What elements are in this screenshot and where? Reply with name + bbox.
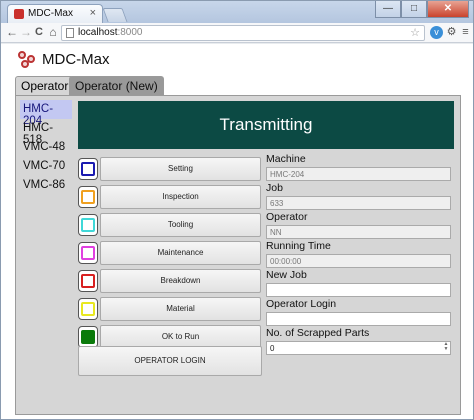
status-color-swatch [78, 242, 98, 264]
status-banner: Transmitting [78, 101, 454, 149]
action-row-inspection: Inspection [78, 185, 262, 209]
setting-button[interactable]: Setting [100, 157, 261, 181]
operator-login-label: Operator Login [266, 298, 337, 310]
new-tab-button[interactable] [102, 8, 128, 22]
back-button[interactable]: ← [5, 25, 19, 40]
action-row-maintenance: Maintenance [78, 241, 262, 265]
new-job-label: New Job [266, 269, 307, 281]
action-row-material: Material [78, 297, 262, 321]
operator-field [266, 225, 451, 239]
reload-button[interactable]: C [32, 25, 46, 40]
status-color-swatch [78, 186, 98, 208]
action-row-breakdown: Breakdown [78, 269, 262, 293]
action-row-setting: Setting [78, 157, 262, 181]
tab-operator[interactable]: Operator [15, 76, 75, 95]
status-color-swatch [78, 270, 98, 292]
operator-label: Operator [266, 211, 308, 223]
machine-item-hmc-518[interactable]: HMC-518 [20, 119, 72, 146]
breakdown-button[interactable]: Breakdown [100, 269, 261, 293]
status-color-swatch [78, 326, 98, 348]
status-color-swatch [78, 214, 98, 236]
star-icon[interactable]: ☆ [410, 26, 420, 39]
job-label: Job [266, 182, 283, 194]
scrapped-parts-label: No. of Scrapped Parts [266, 327, 370, 339]
favicon-icon [14, 9, 24, 19]
action-row-tooling: Tooling [78, 213, 262, 237]
material-button[interactable]: Material [100, 297, 261, 321]
browser-tabstrip: MDC-Max × — □ ✕ [1, 1, 473, 23]
home-button[interactable]: ⌂ [46, 25, 60, 40]
browser-tab[interactable]: MDC-Max × [7, 4, 103, 23]
tab-close-icon[interactable]: × [90, 7, 96, 19]
browser-window: MDC-Max × — □ ✕ ← → C ⌂ localhost:8000 ☆… [0, 0, 474, 420]
window-controls: — □ ✕ [375, 1, 469, 19]
machine-item-hmc-204[interactable]: HMC-204 [20, 100, 72, 127]
page: MDC-Max Operator Operator (New) HMC-204 … [1, 44, 473, 419]
forward-button[interactable]: → [19, 25, 33, 40]
browser-toolbar: ← → C ⌂ localhost:8000 ☆ v ⚙ ≡ [1, 23, 473, 43]
minimize-button[interactable]: — [375, 1, 401, 18]
machine-field [266, 167, 451, 181]
operator-login-button[interactable]: OPERATOR LOGIN [78, 346, 262, 376]
status-color-swatch [78, 298, 98, 320]
app-logo-icon [18, 51, 38, 69]
running-time-field [266, 254, 451, 268]
tab-operator-new[interactable]: Operator (New) [69, 76, 164, 95]
operator-panel: HMC-204 HMC-518 VMC-48 VMC-70 VMC-86 Tra… [15, 95, 461, 415]
machine-item-vmc-70[interactable]: VMC-70 [20, 157, 72, 176]
app-title: MDC-Max [42, 51, 110, 68]
maximize-button[interactable]: □ [401, 1, 427, 18]
machine-list: HMC-204 HMC-518 VMC-48 VMC-70 VMC-86 [20, 100, 72, 195]
inspection-button[interactable]: Inspection [100, 185, 261, 209]
machine-item-vmc-86[interactable]: VMC-86 [20, 176, 72, 195]
wrench-icon[interactable]: ⚙ [445, 26, 458, 39]
operator-login-input[interactable] [266, 312, 451, 326]
spinner-arrows-icon[interactable]: ▲ ▼ [442, 342, 450, 352]
url-text: localhost:8000 [78, 27, 143, 38]
machine-label: Machine [266, 153, 306, 165]
tooling-button[interactable]: Tooling [100, 213, 261, 237]
status-color-swatch [78, 158, 98, 180]
browser-tab-title: MDC-Max [28, 8, 73, 19]
scrapped-parts-stepper[interactable]: ▲▼ [266, 341, 451, 355]
maintenance-button[interactable]: Maintenance [100, 241, 261, 265]
extension-icon[interactable]: v [430, 26, 443, 39]
scrapped-parts-input[interactable] [266, 341, 451, 355]
job-field [266, 196, 451, 210]
running-time-label: Running Time [266, 240, 331, 252]
new-job-input[interactable] [266, 283, 451, 297]
address-bar[interactable]: localhost:8000 ☆ [61, 25, 425, 41]
menu-icon[interactable]: ≡ [459, 26, 472, 39]
page-icon [66, 28, 74, 38]
machine-item-vmc-48[interactable]: VMC-48 [20, 138, 72, 157]
close-window-button[interactable]: ✕ [427, 1, 469, 18]
